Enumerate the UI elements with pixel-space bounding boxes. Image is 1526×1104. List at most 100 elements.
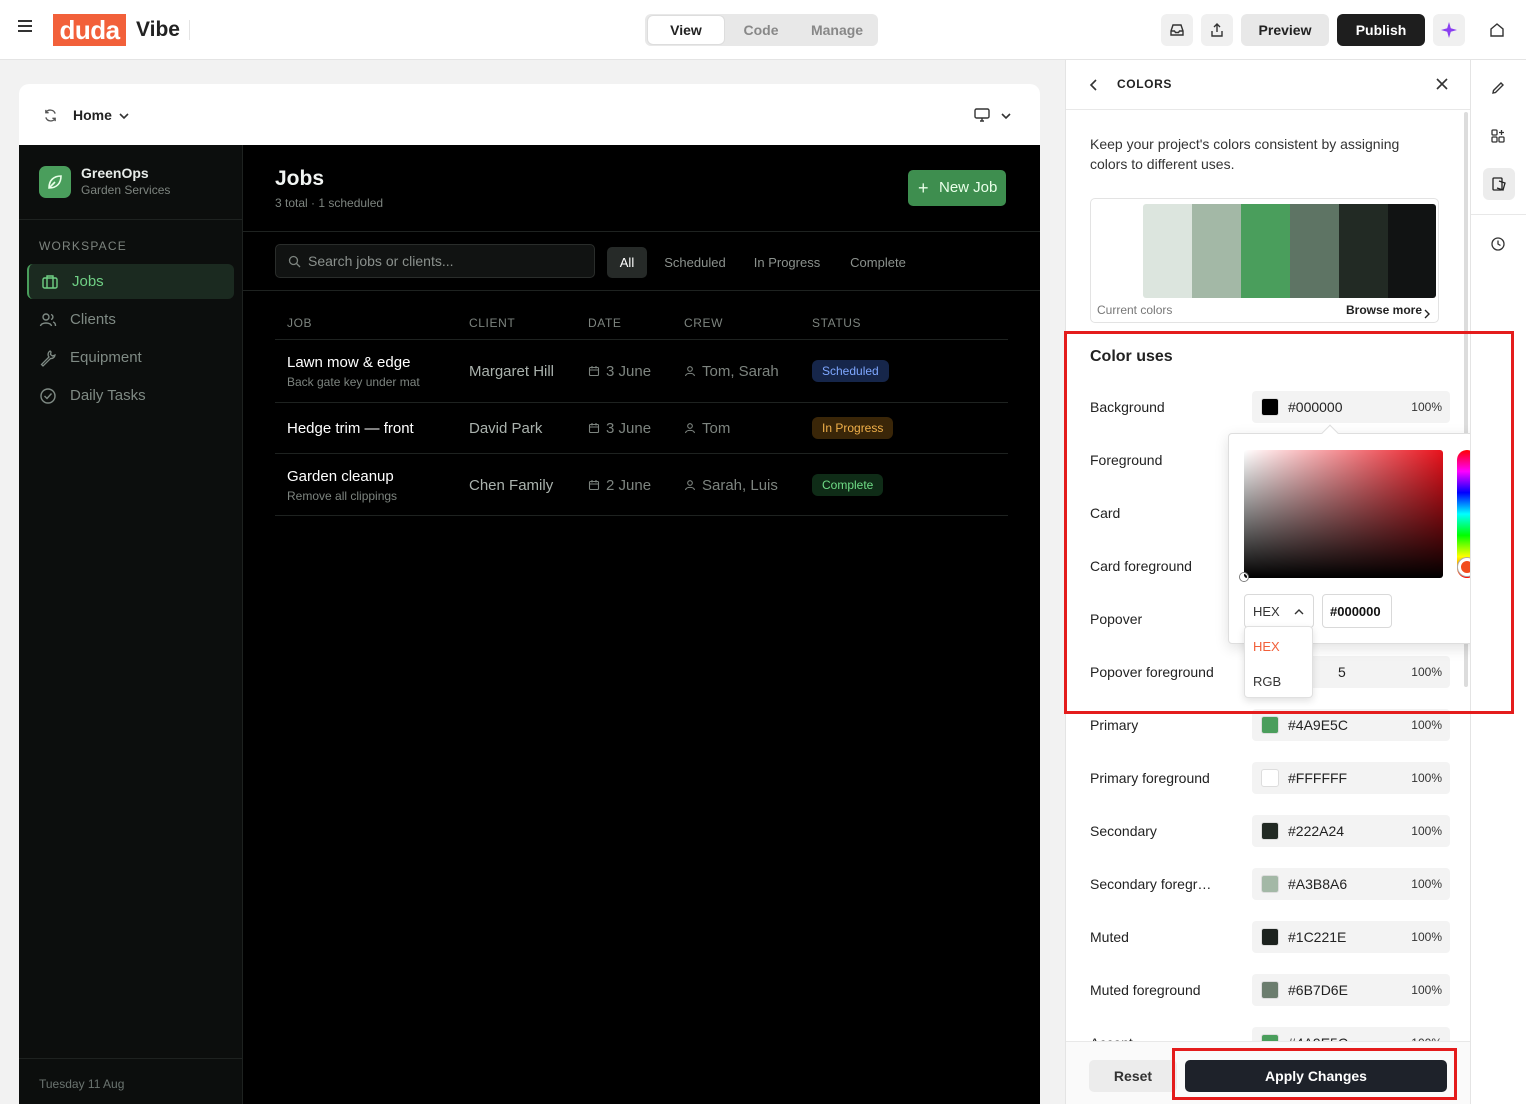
search-icon bbox=[288, 255, 301, 268]
job-crew: Tom bbox=[702, 420, 731, 437]
color-opacity: 100% bbox=[1411, 930, 1442, 944]
color-use-row[interactable]: Secondary #222A24 100% bbox=[1090, 815, 1470, 868]
tab-view[interactable]: View bbox=[648, 16, 724, 44]
desktop-icon[interactable] bbox=[973, 107, 991, 126]
elements-icon[interactable] bbox=[1490, 128, 1506, 147]
divider bbox=[189, 20, 190, 40]
color-hex: #A3B8A6 bbox=[1288, 876, 1348, 892]
color-value-field[interactable]: #A3B8A6 100% bbox=[1252, 868, 1450, 900]
top-bar: duda Vibe View Code Manage Preview Publi… bbox=[0, 0, 1526, 60]
sidebar-item-daily-tasks[interactable]: Daily Tasks bbox=[27, 378, 234, 413]
page-selector[interactable]: Home bbox=[73, 107, 112, 123]
chevron-down-icon[interactable] bbox=[118, 109, 130, 125]
inbox-icon[interactable] bbox=[1161, 14, 1193, 46]
check-circle-icon bbox=[39, 387, 57, 405]
device-chevron-down-icon[interactable] bbox=[1000, 109, 1012, 125]
job-client: Margaret Hill bbox=[469, 363, 555, 380]
tab-manage[interactable]: Manage bbox=[797, 16, 877, 44]
filter-all[interactable]: All bbox=[607, 247, 647, 278]
preview-button[interactable]: Preview bbox=[1241, 14, 1329, 46]
sidebar-item-label: Equipment bbox=[70, 349, 142, 366]
color-use-row[interactable]: Secondary foregr… #A3B8A6 100% bbox=[1090, 868, 1470, 921]
footer-date: Tuesday 11 Aug bbox=[39, 1077, 125, 1091]
new-job-label: New Job bbox=[939, 179, 998, 196]
color-value-field[interactable]: #4A9E5C 100% bbox=[1252, 1027, 1450, 1041]
home-icon[interactable] bbox=[1481, 14, 1513, 46]
color-swatch[interactable] bbox=[1261, 822, 1279, 840]
reset-button[interactable]: Reset bbox=[1089, 1060, 1177, 1092]
user-icon bbox=[684, 423, 696, 434]
leaf-icon bbox=[39, 166, 71, 198]
calendar-icon bbox=[588, 366, 600, 377]
history-icon[interactable] bbox=[1490, 236, 1506, 255]
design-icon[interactable] bbox=[1483, 168, 1515, 200]
new-job-button[interactable]: + New Job bbox=[908, 170, 1006, 206]
ai-sparkle-icon[interactable] bbox=[1433, 14, 1465, 46]
color-use-row[interactable]: Muted #1C221E 100% bbox=[1090, 921, 1470, 974]
color-swatch[interactable] bbox=[1261, 981, 1279, 999]
divider bbox=[19, 1058, 242, 1059]
table-row[interactable]: Garden cleanup Remove all clippings Chen… bbox=[275, 453, 1008, 516]
color-use-label: Muted bbox=[1090, 929, 1129, 945]
color-opacity: 100% bbox=[1411, 983, 1442, 997]
jobs-main: Jobs 3 total · 1 scheduled + New Job Sea… bbox=[243, 145, 1040, 1104]
color-use-label: Muted foreground bbox=[1090, 982, 1201, 998]
app-sidebar: GreenOps Garden Services WORKSPACE Jobs … bbox=[19, 145, 243, 1104]
filter-in-progress[interactable]: In Progress bbox=[745, 247, 829, 278]
share-icon[interactable] bbox=[1201, 14, 1233, 46]
sidebar-item-label: Jobs bbox=[72, 273, 104, 290]
search-input[interactable]: Search jobs or clients... bbox=[275, 244, 595, 278]
color-hex: #6B7D6E bbox=[1288, 982, 1348, 998]
color-swatch[interactable] bbox=[1261, 769, 1279, 787]
color-value-field[interactable]: #222A24 100% bbox=[1252, 815, 1450, 847]
color-opacity: 100% bbox=[1411, 1027, 1442, 1041]
filter-scheduled[interactable]: Scheduled bbox=[655, 247, 735, 278]
app-brand-name: GreenOps bbox=[81, 165, 149, 181]
tab-code[interactable]: Code bbox=[725, 16, 797, 44]
pencil-icon[interactable] bbox=[1490, 80, 1506, 99]
color-value-field[interactable]: #FFFFFF 100% bbox=[1252, 762, 1450, 794]
color-swatch[interactable] bbox=[1261, 928, 1279, 946]
job-client: David Park bbox=[469, 420, 543, 437]
job-client: Chen Family bbox=[469, 477, 554, 494]
color-swatch[interactable] bbox=[1261, 716, 1279, 734]
color-value-field[interactable]: #1C221E 100% bbox=[1252, 921, 1450, 953]
user-icon bbox=[684, 480, 696, 491]
section-label: WORKSPACE bbox=[39, 239, 127, 253]
job-crew: Tom, Sarah bbox=[702, 363, 779, 380]
column-header-client: CLIENT bbox=[469, 316, 516, 330]
job-note: Remove all clippings bbox=[287, 489, 398, 503]
color-value-field[interactable]: #6B7D6E 100% bbox=[1252, 974, 1450, 1006]
color-swatch[interactable] bbox=[1261, 1034, 1279, 1041]
plus-icon: + bbox=[918, 178, 929, 198]
sidebar-item-jobs[interactable]: Jobs bbox=[27, 264, 234, 299]
divider bbox=[243, 231, 1040, 232]
user-icon bbox=[684, 366, 696, 377]
color-opacity: 100% bbox=[1411, 824, 1442, 838]
menu-icon[interactable] bbox=[18, 20, 32, 34]
highlight-box-apply bbox=[1172, 1048, 1457, 1100]
column-header-crew: CREW bbox=[684, 316, 724, 330]
color-hex: #222A24 bbox=[1288, 823, 1345, 839]
job-date: 3 June bbox=[606, 363, 652, 380]
table-row[interactable]: Lawn mow & edge Back gate key under mat … bbox=[275, 339, 1008, 402]
color-use-row[interactable]: Primary foreground #FFFFFF 100% bbox=[1090, 762, 1470, 815]
color-use-label: Secondary foregr… bbox=[1090, 876, 1212, 892]
job-note: Back gate key under mat bbox=[287, 375, 420, 389]
color-use-row[interactable]: Primary #4A9E5C 100% bbox=[1090, 709, 1470, 762]
color-use-label: Primary foreground bbox=[1090, 770, 1210, 786]
sidebar-item-clients[interactable]: Clients bbox=[27, 302, 234, 337]
table-row[interactable]: Hedge trim — front David Park 3 June Tom… bbox=[275, 402, 1008, 453]
color-swatch[interactable] bbox=[1261, 875, 1279, 893]
color-use-row[interactable]: Accent #4A9E5C 100% bbox=[1090, 1027, 1470, 1041]
sidebar-item-equipment[interactable]: Equipment bbox=[27, 340, 234, 375]
refresh-icon[interactable] bbox=[43, 108, 58, 126]
app-brand-sub: Garden Services bbox=[81, 183, 171, 197]
job-title: Garden cleanup bbox=[287, 468, 394, 485]
filter-complete[interactable]: Complete bbox=[839, 247, 917, 278]
publish-button[interactable]: Publish bbox=[1337, 14, 1425, 46]
status-badge: In Progress bbox=[812, 417, 894, 439]
sidebar-item-label: Daily Tasks bbox=[70, 387, 146, 404]
status-badge: Scheduled bbox=[812, 360, 889, 382]
color-use-row[interactable]: Muted foreground #6B7D6E 100% bbox=[1090, 974, 1470, 1027]
